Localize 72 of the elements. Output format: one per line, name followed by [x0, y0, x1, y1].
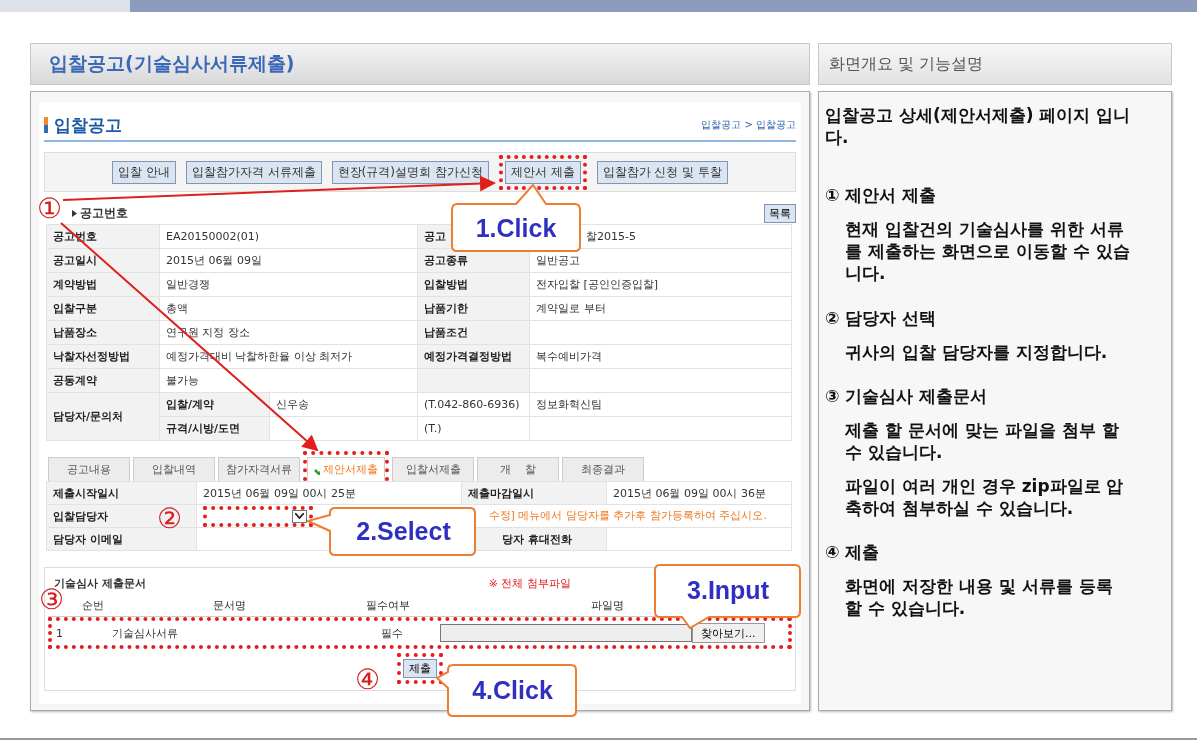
label-cell: 담당자/문의처: [46, 392, 160, 441]
value-cell: 계약일로 부터: [529, 296, 792, 321]
tab[interactable]: 참가자격서류: [218, 457, 300, 481]
list-button[interactable]: 목록: [764, 203, 796, 223]
nav-button[interactable]: 제안서 제출: [504, 160, 581, 184]
browse-button[interactable]: 찾아보기...: [692, 623, 765, 643]
heading-bar-icon: [44, 117, 48, 133]
label-cell: 낙찰자선정방법: [46, 344, 160, 369]
value-cell: 신우송: [269, 392, 418, 417]
tab[interactable]: 입찰서제출: [392, 457, 474, 481]
label-cell: 납품기한: [417, 296, 530, 321]
column-header: 순번: [81, 597, 104, 613]
value-cell: 전자입찰 [공인인증입찰]: [529, 272, 792, 297]
callout-text: 2.Select: [355, 516, 452, 547]
item-text: 제출 할 문서에 맞는 파일을 첨부 할 수 있습니다.: [844, 418, 1120, 464]
breadcrumb[interactable]: 입찰공고 > 입찰공고: [701, 118, 796, 132]
value-cell: 2015년 06월 09일 00시 36분: [606, 481, 792, 505]
submit-button[interactable]: 제출: [403, 659, 437, 678]
attachment-notice: ※ 전체 첨부파일: [488, 575, 571, 591]
table-cell-text: 필수: [380, 625, 404, 641]
value-cell: 총액: [159, 296, 418, 321]
notice-text: 수정] 메뉴에서 담당자를 추가후 참가등록하여 주십시오.: [488, 509, 767, 522]
nav-button[interactable]: 입찰 안내: [111, 160, 176, 184]
label-cell: 공동계약: [46, 368, 160, 393]
value-cell: EA20150002(01): [159, 224, 418, 249]
column-header: 파일명: [589, 597, 625, 613]
value-cell: 정보화혁신팀: [529, 392, 792, 417]
tab[interactable]: 공고내용: [48, 457, 130, 481]
value-cell: (T.): [417, 416, 530, 441]
item-heading: ② 담당자 선택: [825, 306, 938, 329]
bullet-icon: [72, 209, 77, 217]
label-cell: 납품조건: [417, 320, 530, 345]
page-heading: 입찰공고: [54, 113, 122, 137]
nav-button[interactable]: 입찰참가 신청 및 투찰: [596, 160, 729, 184]
value-cell: 일반경쟁: [159, 272, 418, 297]
label-cell: 규격/시방/도면: [159, 416, 270, 441]
section-label: 공고번호: [80, 204, 128, 222]
item-heading: ① 제안서 제출: [825, 184, 938, 207]
callout-text: 3.Input: [686, 575, 770, 606]
label-cell: 입찰방법: [417, 272, 530, 297]
value-cell: 복수예비가격: [529, 344, 792, 369]
tab[interactable]: 입찰내역: [133, 457, 215, 481]
table-cell-text: 기술심사서류: [111, 625, 179, 641]
label-cell: 제출시작일시: [46, 481, 197, 505]
step-number: ④: [355, 665, 380, 695]
item-text: 현재 입찰건의 기술심사를 위한 서류를 제출하는 화면으로 이동할 수 있습니다.: [844, 218, 1131, 285]
value-cell: 2015년 06월 09일 00시 25분: [196, 481, 462, 505]
step-number: ①: [37, 194, 62, 224]
label-cell: 입찰구분: [46, 296, 160, 321]
callout-text: 4.Click: [471, 675, 554, 706]
column-header: 필수여부: [365, 597, 411, 613]
nav-button[interactable]: 현장(규격)설명회 참가신청: [331, 160, 489, 184]
tab[interactable]: 개 찰: [477, 457, 559, 481]
nav-button[interactable]: 입찰참가자격 서류제출: [185, 160, 322, 184]
intro-text: 입찰공고 상세(제안서제출) 페이지 입니다.: [825, 104, 1131, 149]
file-field[interactable]: [440, 624, 692, 642]
value-cell: 2015년 06월 09일: [159, 248, 418, 273]
item-text: 화면에 저장한 내용 및 서류를 등록 할 수 있습니다.: [844, 575, 1114, 620]
slide-title: 입찰공고(기술심사서류제출): [30, 43, 810, 85]
item-heading: ③ 기술심사 제출문서: [825, 384, 989, 407]
value-cell: 불가능: [159, 368, 418, 393]
value-cell: (T.042-860-6936): [417, 392, 530, 417]
label-cell: 제출마감일시: [461, 481, 607, 505]
column-header: 문서명: [211, 597, 247, 613]
label-cell: 예정가격결정방법: [417, 344, 530, 369]
item-text: 귀사의 입찰 담당자를 지정합니다.: [844, 340, 1109, 363]
item-text: 파일이 여러 개인 경우 zip파일로 압축하여 첨부하실 수 있습니다.: [844, 475, 1125, 520]
label-cell: 납품장소: [46, 320, 160, 345]
tab[interactable]: 최종결과: [562, 457, 644, 481]
table-cell-text: 1: [55, 626, 64, 640]
panel-title: 화면개요 및 기능설명: [818, 43, 1172, 85]
item-heading: ④ 제출: [825, 541, 881, 564]
